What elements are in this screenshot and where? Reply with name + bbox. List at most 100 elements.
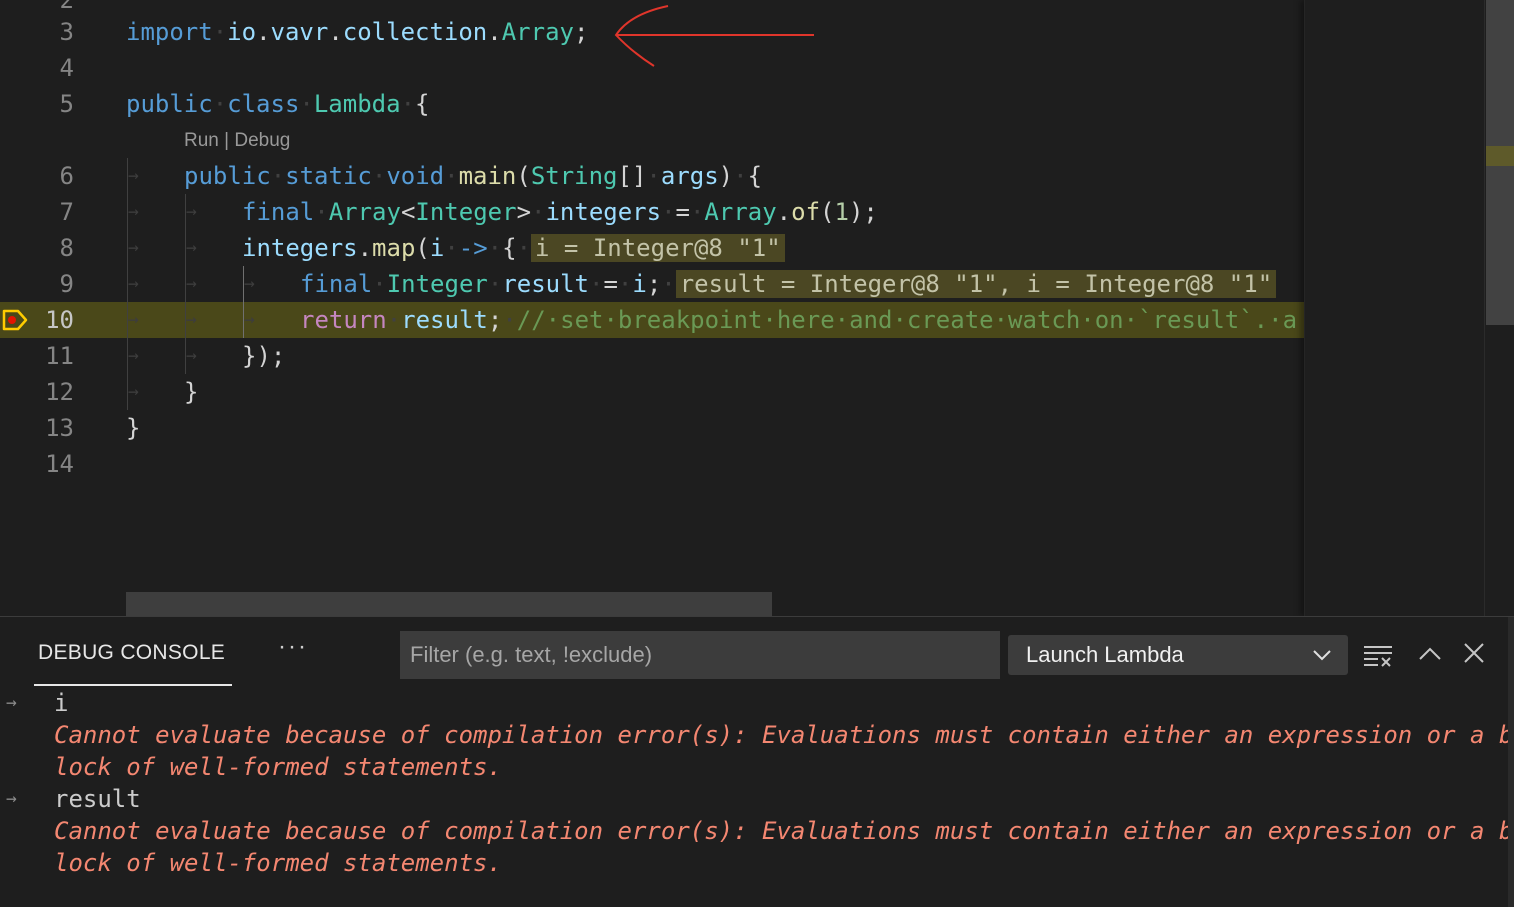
code-token: . xyxy=(487,18,502,46)
code-text[interactable]: integers.map(i·->·{· i = Integer@8 "1" xyxy=(242,230,785,266)
code-token: i xyxy=(632,270,647,298)
breakpoint-current-frame-icon[interactable] xyxy=(2,309,28,331)
line-number[interactable]: 13 xyxy=(14,410,74,446)
maximize-panel-icon[interactable] xyxy=(1414,637,1446,669)
line-number[interactable]: 3 xyxy=(14,14,74,50)
code-text[interactable]: return·result;·//·set·breakpoint·here·an… xyxy=(300,302,1297,338)
line-number[interactable]: 14 xyxy=(14,446,74,482)
active-tab-indicator xyxy=(34,684,232,686)
code-text[interactable]: final·Integer·result·=·i;· result = Integ… xyxy=(300,266,1277,302)
code-token: < xyxy=(400,198,416,226)
code-token: = xyxy=(603,270,618,298)
whitespace-tab-marker: → xyxy=(244,273,255,294)
tab-debug-console[interactable]: DEBUG CONSOLE xyxy=(38,641,225,665)
code-token: ; xyxy=(573,18,589,46)
whitespace-tab-marker: → xyxy=(186,237,197,258)
code-token: ); xyxy=(848,198,878,226)
code-token: io xyxy=(227,18,257,46)
input-arrow-icon: → xyxy=(6,692,17,713)
code-text[interactable]: public·static·void·main(String[]·args)·{ xyxy=(184,158,762,194)
console-error: Cannot evaluate because of compilation e… xyxy=(54,721,1514,781)
line-number[interactable]: 4 xyxy=(14,50,74,86)
code-token: } xyxy=(126,414,141,442)
code-token: . xyxy=(328,18,343,46)
code-token: · xyxy=(487,234,503,262)
code-text[interactable]: import·io.vavr.collection.Array; xyxy=(126,14,588,50)
code-token: 1 xyxy=(834,198,849,226)
whitespace-tab-marker: → xyxy=(186,309,197,330)
indent-guide xyxy=(127,158,128,410)
code-token: String xyxy=(530,162,618,190)
code-token: //·set·breakpoint·here·and·create·watch·… xyxy=(516,306,1298,334)
code-token: public xyxy=(184,162,271,190)
code-text[interactable]: final·Array<Integer>·integers·=·Array.of… xyxy=(242,194,878,230)
filter-input[interactable] xyxy=(400,631,1000,679)
code-token: Array xyxy=(501,18,574,46)
code-token: . xyxy=(357,234,373,262)
code-token: Array xyxy=(328,198,401,226)
whitespace-tab-marker: → xyxy=(128,165,139,186)
line-number[interactable]: 8 xyxy=(14,230,74,266)
code-token: ( xyxy=(820,198,835,226)
code-token: public xyxy=(126,90,213,118)
code-token: · xyxy=(314,198,329,226)
code-line[interactable]: 11 → →}); xyxy=(0,338,1304,374)
code-token: of xyxy=(791,198,821,226)
console-entry: → i Cannot evaluate because of compilati… xyxy=(0,687,1514,783)
code-token: ) xyxy=(718,162,734,190)
inline-debug-value: result = Integer@8 "1", i = Integer@8 "1… xyxy=(675,270,1277,298)
code-token: . xyxy=(256,18,271,46)
console-input: result xyxy=(54,785,141,813)
code-token: main xyxy=(458,162,517,190)
code-line[interactable]: 12 →} xyxy=(0,374,1304,410)
vertical-scrollbar[interactable] xyxy=(1484,0,1514,616)
code-text[interactable]: } xyxy=(184,374,198,410)
line-number[interactable]: 12 xyxy=(14,374,74,410)
line-number[interactable]: 11 xyxy=(14,338,74,374)
code-token: integers xyxy=(242,234,358,262)
code-line[interactable]: 10 → → → return·result;·//·set·breakpoint·he… xyxy=(0,302,1304,338)
code-editor[interactable]: 2 3 import·io.vavr.collection.Array; 4 5 publ… xyxy=(0,0,1514,616)
launch-config-select[interactable]: Launch Lambda xyxy=(1008,635,1348,675)
code-lens-run-debug[interactable]: Run | Debug xyxy=(184,130,290,152)
line-number[interactable]: 9 xyxy=(14,266,74,302)
code-token: = xyxy=(675,198,690,226)
console-entry: → result Cannot evaluate because of comp… xyxy=(0,783,1514,879)
code-line[interactable]: 7 → → final·Array<Integer>·integers·=·Array… xyxy=(0,194,1304,230)
code-token: final xyxy=(242,198,315,226)
code-token: void xyxy=(386,162,445,190)
line-number[interactable]: 7 xyxy=(14,194,74,230)
horizontal-scrollbar[interactable] xyxy=(126,592,772,616)
code-token: · xyxy=(444,234,459,262)
code-token: [] xyxy=(617,162,647,190)
code-line[interactable]: 8 → → integers.map(i·->·{· i = Integer@8 "1" xyxy=(0,230,1304,266)
code-line[interactable]: 13} xyxy=(0,410,1304,446)
code-token: · xyxy=(212,18,228,46)
code-text[interactable]: public·class·Lambda·{ xyxy=(126,86,429,122)
code-line[interactable]: 6 → public·static·void·main(String[]·args)… xyxy=(0,158,1304,194)
close-panel-icon[interactable] xyxy=(1458,637,1490,669)
code-line[interactable]: 14 xyxy=(0,446,1304,482)
code-token: · xyxy=(617,270,633,298)
clear-console-icon[interactable] xyxy=(1362,639,1394,671)
whitespace-tab-marker: → xyxy=(186,273,197,294)
code-token: ; xyxy=(646,270,662,298)
debug-console-panel: DEBUG CONSOLE ··· Launch Lambda → i Cann… xyxy=(0,616,1514,907)
code-token: }); xyxy=(242,342,286,370)
more-tabs-button[interactable]: ··· xyxy=(278,633,308,661)
code-token: -> xyxy=(458,234,488,262)
whitespace-tab-marker: → xyxy=(128,345,139,366)
whitespace-tab-marker: → xyxy=(128,309,139,330)
code-line[interactable]: 9 → → → final·Integer·result·=·i;· result = I… xyxy=(0,266,1304,302)
code-text[interactable]: } xyxy=(126,410,140,446)
line-number[interactable]: 5 xyxy=(14,86,74,122)
code-text[interactable]: }); xyxy=(242,338,285,374)
panel-scrollbar[interactable] xyxy=(1508,617,1514,907)
code-token: vavr xyxy=(270,18,329,46)
line-number[interactable]: 6 xyxy=(14,158,74,194)
code-token: · xyxy=(386,306,402,334)
whitespace-tab-marker: → xyxy=(128,237,139,258)
minimap[interactable] xyxy=(1304,0,1485,616)
code-line[interactable]: 5 public·class·Lambda·{ xyxy=(0,86,1304,122)
code-token: · xyxy=(661,198,676,226)
